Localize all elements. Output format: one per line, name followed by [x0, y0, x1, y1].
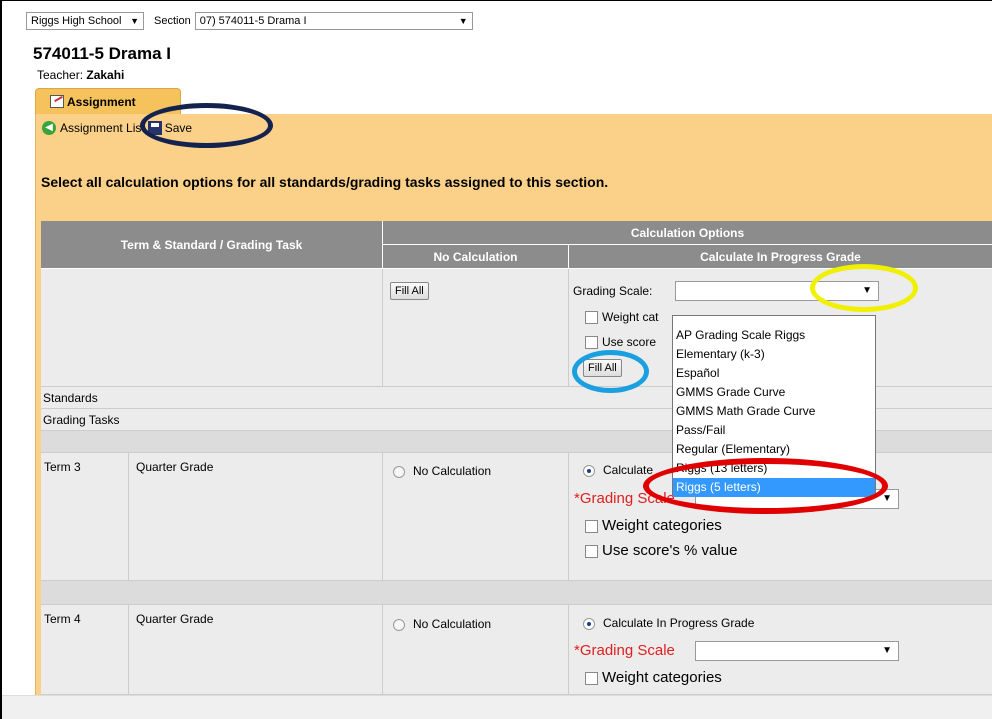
- section-label: Section: [154, 15, 191, 27]
- header-no-calculation: No Calculation: [383, 245, 569, 269]
- chevron-down-icon: ▼: [130, 16, 139, 26]
- calculate-in-progress-label: Calculate: [603, 463, 654, 477]
- term-label: Term 4: [44, 612, 81, 626]
- teacher-label: Teacher:: [37, 68, 84, 82]
- table-row-calc-cell: Calculate In Progress Grade *Grading Sca…: [569, 605, 992, 695]
- grading-scale-select[interactable]: ▼: [695, 641, 899, 661]
- term-label: Term 3: [44, 460, 81, 474]
- table-row-term-cell: Term 3: [41, 453, 129, 581]
- frame-border-top: [0, 0, 992, 1]
- use-score-option[interactable]: Use score's % value: [585, 542, 737, 559]
- tab-assignment-label: Assignment: [67, 94, 136, 109]
- use-score-checkbox[interactable]: [585, 336, 598, 350]
- task-label: Quarter Grade: [136, 612, 214, 626]
- chevron-down-icon: ▼: [862, 285, 872, 296]
- toolbar: ◀ Assignment List Save: [42, 121, 192, 135]
- no-calculation-option[interactable]: No Calculation: [393, 617, 491, 631]
- school-select-value: Riggs High School: [31, 15, 122, 27]
- weight-categories-label: Weight categories: [602, 517, 722, 534]
- school-select[interactable]: Riggs High School ▼: [26, 12, 144, 30]
- no-calculation-radio[interactable]: [393, 618, 405, 631]
- use-score-label: Use score: [602, 335, 657, 349]
- table-row-term-cell: Term 4: [41, 605, 129, 695]
- dropdown-option[interactable]: Español: [673, 364, 875, 383]
- calculate-in-progress-option[interactable]: Calculate: [583, 463, 653, 477]
- calculate-in-progress-label: Calculate In Progress Grade: [603, 616, 755, 630]
- teacher-line: Teacher: Zakahi: [37, 68, 124, 82]
- fill-all-no-calc-cell: Fill All: [383, 269, 569, 387]
- weight-categories-option[interactable]: Weight cat: [585, 310, 659, 325]
- weight-categories-option[interactable]: Weight categories: [585, 669, 722, 686]
- row-spacer: [41, 581, 992, 605]
- no-calculation-radio[interactable]: [393, 465, 405, 478]
- weight-categories-checkbox[interactable]: [585, 519, 598, 533]
- no-calculation-option[interactable]: No Calculation: [393, 464, 491, 478]
- fill-all-no-calc-button[interactable]: Fill All: [390, 282, 429, 300]
- instructions-text: Select all calculation options for all s…: [41, 174, 609, 190]
- tab-assignment[interactable]: Assignment: [35, 88, 181, 114]
- use-score-option[interactable]: Use score: [585, 335, 657, 350]
- calculate-in-progress-radio[interactable]: [583, 464, 595, 477]
- save-button[interactable]: Save: [165, 121, 192, 135]
- top-selector-bar: Riggs High School ▼ Section 07) 574011-5…: [26, 12, 473, 30]
- header-term-task: Term & Standard / Grading Task: [41, 221, 383, 269]
- grading-scale-required-label: *Grading Scale: [574, 490, 675, 507]
- header-calculation-options: Calculation Options: [383, 221, 992, 245]
- chevron-down-icon: ▼: [882, 493, 892, 504]
- header-calculate-in-progress: Calculate In Progress Grade: [569, 245, 992, 269]
- table-row-task-cell: Quarter Grade: [129, 605, 383, 695]
- chevron-down-icon: ▼: [882, 645, 892, 656]
- chevron-down-icon: ▼: [458, 16, 468, 26]
- dropdown-option-blank[interactable]: [673, 316, 875, 326]
- no-calculation-label: No Calculation: [413, 464, 492, 478]
- grading-scale-label: Grading Scale:: [573, 284, 653, 298]
- dropdown-option[interactable]: Pass/Fail: [673, 421, 875, 440]
- calculate-in-progress-radio[interactable]: [583, 617, 595, 630]
- dropdown-option[interactable]: GMMS Math Grade Curve: [673, 402, 875, 421]
- dropdown-option[interactable]: GMMS Grade Curve: [673, 383, 875, 402]
- weight-categories-label: Weight categories: [602, 669, 722, 686]
- weight-categories-label: Weight cat: [602, 310, 659, 324]
- page-title: 574011-5 Drama I: [33, 44, 171, 63]
- dropdown-option-selected[interactable]: Riggs (5 letters): [673, 478, 875, 497]
- task-label: Quarter Grade: [136, 460, 214, 474]
- weight-categories-checkbox[interactable]: [585, 311, 598, 325]
- fill-all-calc-button[interactable]: Fill All: [583, 359, 622, 377]
- grading-scale-dropdown-list[interactable]: AP Grading Scale Riggs Elementary (k-3) …: [672, 315, 876, 497]
- dropdown-option[interactable]: AP Grading Scale Riggs: [673, 326, 875, 345]
- frame-border-left: [0, 0, 2, 719]
- dropdown-option[interactable]: Regular (Elementary): [673, 440, 875, 459]
- dropdown-option[interactable]: Elementary (k-3): [673, 345, 875, 364]
- use-score-checkbox[interactable]: [585, 544, 598, 558]
- table-row-no-calc-cell: No Calculation: [383, 605, 569, 695]
- fill-all-blank-cell: [41, 269, 383, 387]
- assignment-list-link[interactable]: Assignment List: [60, 121, 145, 135]
- calculate-in-progress-option[interactable]: Calculate In Progress Grade: [583, 616, 754, 630]
- table-row-no-calc-cell: No Calculation: [383, 453, 569, 581]
- dropdown-option[interactable]: Riggs (13 letters): [673, 459, 875, 478]
- status-bar: [2, 695, 992, 719]
- no-calculation-label: No Calculation: [413, 617, 492, 631]
- save-icon[interactable]: [147, 121, 162, 135]
- edit-icon: [50, 95, 64, 108]
- section-select[interactable]: 07) 574011-5 Drama I ▼: [194, 12, 473, 30]
- teacher-name: Zakahi: [86, 68, 125, 82]
- grading-scale-required-label: *Grading Scale: [574, 642, 675, 659]
- use-score-label: Use score's % value: [602, 542, 738, 559]
- fill-all-grading-scale-select[interactable]: ▼: [675, 281, 879, 301]
- table-row-task-cell: Quarter Grade: [129, 453, 383, 581]
- back-arrow-icon[interactable]: ◀: [42, 121, 56, 135]
- weight-categories-option[interactable]: Weight categories: [585, 517, 722, 534]
- weight-categories-checkbox[interactable]: [585, 671, 598, 685]
- section-select-value: 07) 574011-5 Drama I: [199, 15, 307, 27]
